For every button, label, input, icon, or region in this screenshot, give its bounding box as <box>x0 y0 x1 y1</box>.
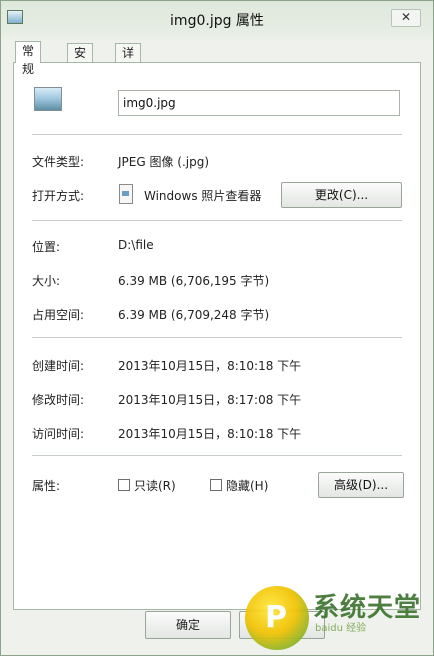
file-name-input[interactable]: img0.jpg <box>118 90 400 116</box>
watermark-subtext: baidu 经验 <box>315 623 367 634</box>
tab-security[interactable]: 安全 <box>67 43 94 78</box>
separator <box>32 220 402 221</box>
separator <box>32 337 402 338</box>
accessed-value: 2013年10月15日，8:10:18 下午 <box>118 427 302 441</box>
created-value: 2013年10月15日，8:10:18 下午 <box>118 359 302 373</box>
hidden-checkbox[interactable] <box>210 479 222 491</box>
readonly-label[interactable]: 只读(R) <box>134 477 176 494</box>
change-button[interactable]: 更改(C)... <box>281 182 402 208</box>
advanced-button[interactable]: 高级(D)... <box>318 472 404 498</box>
location-value: D:\file <box>118 238 154 252</box>
size-value: 6.39 MB (6,706,195 字节) <box>118 274 270 288</box>
open-with-value: Windows 照片查看器 <box>144 189 262 203</box>
location-label: 位置: <box>32 240 61 254</box>
readonly-checkbox[interactable] <box>118 479 130 491</box>
size-on-disk-label: 占用空间: <box>32 308 85 322</box>
close-button[interactable]: ✕ <box>391 9 421 27</box>
watermark-logo: P <box>245 586 309 650</box>
size-label: 大小: <box>32 274 61 288</box>
file-type-label: 文件类型: <box>32 155 85 169</box>
accessed-label: 访问时间: <box>32 427 85 441</box>
watermark-letter: P <box>265 600 287 635</box>
ok-button[interactable]: 确定 <box>145 611 231 639</box>
image-file-icon <box>34 87 62 111</box>
general-panel: img0.jpg 文件类型: JPEG 图像 (.jpg) 打开方式: Wind… <box>13 62 421 610</box>
attributes-label: 属性: <box>32 479 61 493</box>
size-on-disk-value: 6.39 MB (6,709,248 字节) <box>118 308 270 322</box>
tab-details[interactable]: 详细信息 <box>115 43 142 114</box>
window-title: img0.jpg 属性 <box>170 13 264 29</box>
close-icon: ✕ <box>400 10 412 24</box>
file-type-value: JPEG 图像 (.jpg) <box>118 155 210 169</box>
open-with-label: 打开方式: <box>32 189 85 203</box>
tab-general[interactable]: 常规 <box>15 41 42 76</box>
modified-label: 修改时间: <box>32 393 85 407</box>
photo-viewer-icon <box>119 184 133 204</box>
hidden-label[interactable]: 隐藏(H) <box>226 477 268 494</box>
created-label: 创建时间: <box>32 359 85 373</box>
properties-window: img0.jpg 属性 ✕ 常规 安全 详细信息 img0.jpg 文件类型: … <box>0 0 434 656</box>
separator <box>32 455 402 456</box>
title-bar: img0.jpg 属性 ✕ <box>1 1 433 35</box>
modified-value: 2013年10月15日，8:17:08 下午 <box>118 393 302 407</box>
separator <box>32 134 402 135</box>
